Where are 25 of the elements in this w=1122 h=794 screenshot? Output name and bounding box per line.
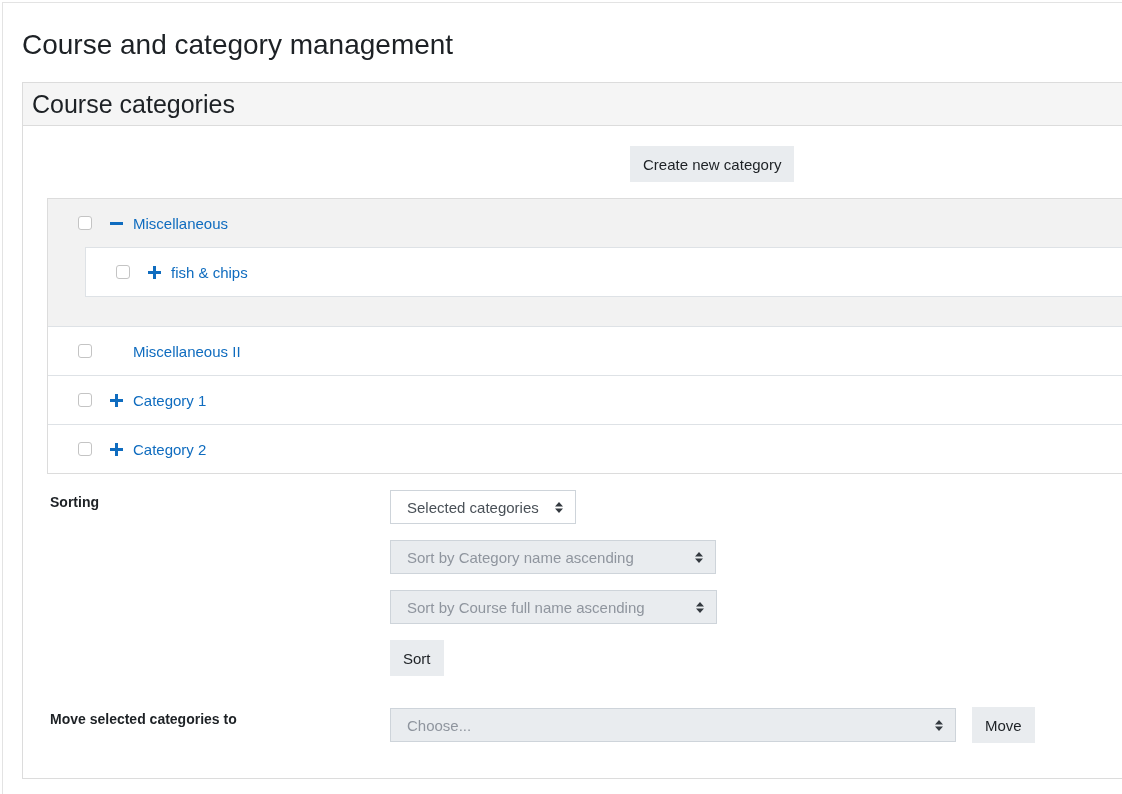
category-link[interactable]: Miscellaneous II	[133, 342, 241, 360]
category-link[interactable]: Category 1	[133, 391, 207, 409]
dropdown-select[interactable]: Selected categories	[390, 490, 576, 524]
checkbox[interactable]	[78, 393, 92, 407]
category-link[interactable]: fish & chips	[171, 263, 248, 281]
move-button[interactable]: Move	[972, 707, 1035, 743]
checkbox[interactable]	[116, 265, 130, 279]
sorting-label: Sorting	[50, 493, 100, 512]
up-down-caret-icon	[696, 601, 704, 613]
plus-icon[interactable]	[110, 442, 123, 456]
checkbox[interactable]	[78, 344, 92, 358]
up-down-caret-icon	[935, 719, 943, 731]
up-down-caret-icon	[695, 551, 703, 563]
move-label: Move selected categories to	[50, 710, 238, 729]
plus-icon[interactable]	[148, 265, 161, 279]
up-down-caret-icon	[555, 501, 563, 513]
page-title: Course and category management	[22, 28, 455, 62]
category-link[interactable]: Category 2	[133, 440, 207, 458]
sort-button[interactable]: Sort	[390, 640, 444, 676]
category-link[interactable]: Miscellaneous	[133, 214, 229, 232]
create-category-button[interactable]: Create new category	[630, 146, 795, 182]
checkbox[interactable]	[78, 216, 92, 230]
plus-icon[interactable]	[110, 393, 123, 407]
checkbox[interactable]	[78, 442, 92, 456]
panel-title: Course categories	[32, 89, 235, 119]
